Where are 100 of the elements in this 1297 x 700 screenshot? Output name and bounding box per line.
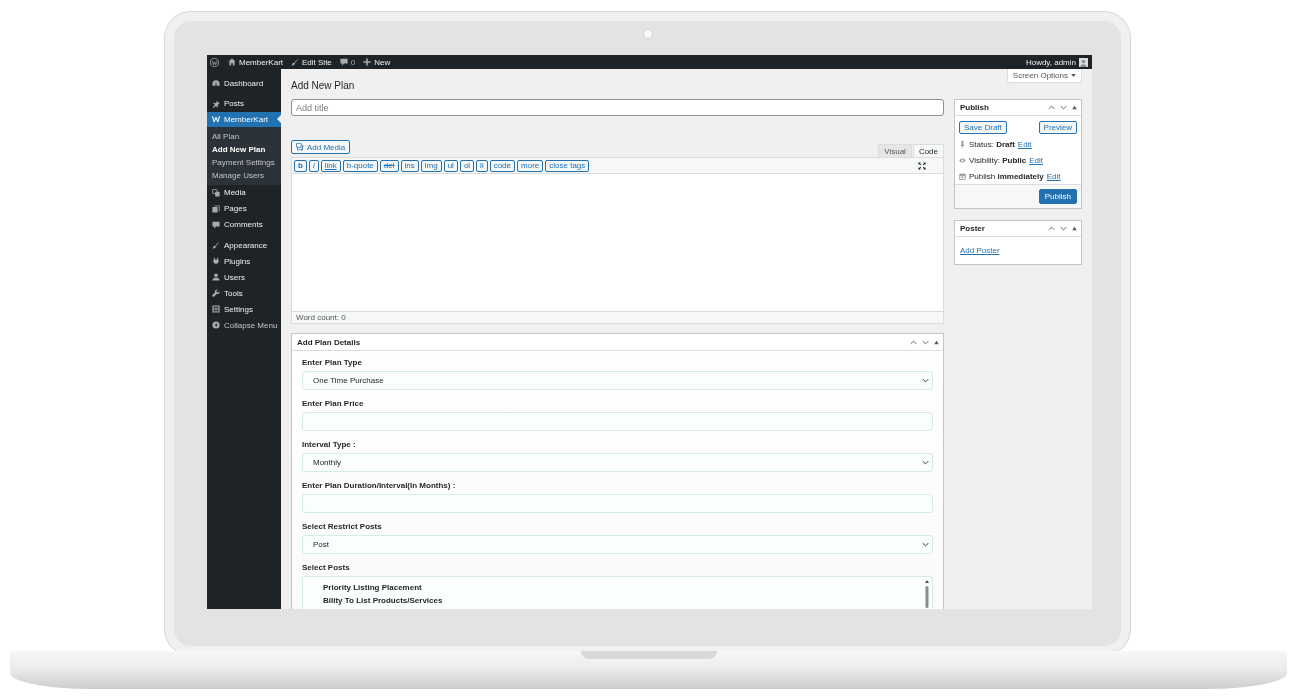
format-button[interactable]: li [476, 159, 488, 172]
pin-icon [959, 140, 966, 148]
chevron-up-icon[interactable] [910, 338, 917, 346]
select-field[interactable]: One Time Purchase [302, 371, 933, 390]
chevron-down-icon[interactable] [1060, 104, 1067, 111]
caret-down-icon [1071, 73, 1076, 78]
format-button[interactable]: del [379, 159, 399, 172]
settings-icon [212, 305, 220, 313]
webcam-icon [642, 29, 653, 39]
sidebar-item[interactable]: Dashboard [207, 75, 281, 91]
avatar-icon [1079, 57, 1088, 67]
user-icon [212, 273, 220, 281]
paintbrush-icon [212, 241, 220, 249]
gauge-icon [212, 79, 220, 87]
field-label: Select Posts [302, 563, 351, 573]
field-label: Select Restrict Posts [302, 522, 383, 532]
select-field[interactable]: Monthly [302, 453, 933, 472]
title-field[interactable]: Add title [291, 99, 944, 116]
edit-link[interactable]: Edit [1046, 171, 1061, 181]
triangle-up-icon[interactable] [1072, 105, 1077, 110]
publish-info: Visibility: Public [969, 155, 1027, 165]
preview-button[interactable]: Preview [1038, 121, 1077, 134]
publish-info: Publish immediately [969, 171, 1044, 181]
format-button[interactable]: code [489, 159, 516, 172]
edit-link[interactable]: Edit [1017, 139, 1032, 149]
speech-bubble-icon [339, 58, 348, 66]
chevron-down-icon [922, 459, 929, 466]
submenu-item[interactable]: Add New Plan [207, 143, 281, 156]
sidebar-item[interactable]: Settings [207, 301, 281, 317]
home-icon [228, 58, 236, 66]
add-poster-link[interactable]: Add Poster [960, 246, 1000, 255]
sidebar-item[interactable]: Appearance [207, 237, 281, 253]
calendar-icon [959, 172, 966, 180]
sidebar-item[interactable]: Posts [207, 95, 281, 112]
select-field[interactable]: Post [302, 535, 933, 554]
screen-options-button[interactable]: Screen Options [1006, 69, 1082, 83]
format-button[interactable]: link [320, 159, 341, 172]
photo-note-icon [296, 143, 304, 151]
triangle-up-icon[interactable] [934, 339, 939, 345]
editor-tab[interactable]: Code [912, 144, 944, 157]
format-button[interactable]: ins [400, 159, 419, 172]
sidebar-item[interactable]: Media [207, 184, 281, 201]
scrollbar[interactable] [925, 580, 929, 608]
add-media-button[interactable]: Add Media [291, 140, 351, 154]
sidebar-item[interactable]: Plugins [207, 253, 281, 269]
sidebar-item[interactable]: Comments [207, 216, 281, 233]
plus-icon [363, 58, 372, 66]
panel-title: Publish [960, 103, 989, 112]
edit-site-link[interactable]: Edit Site [291, 57, 332, 67]
triangle-up-icon[interactable] [1072, 226, 1077, 231]
select-option[interactable]: Bility To List Products/Services [323, 596, 443, 606]
chevron-up-icon[interactable] [1048, 104, 1055, 111]
sidebar-item[interactable]: MemberKart [207, 111, 281, 127]
chevron-down-icon[interactable] [922, 338, 929, 346]
chevron-down-icon [922, 377, 929, 384]
publish-info: Status: Draft [969, 139, 1015, 149]
editor-tab[interactable]: Visual [878, 144, 912, 157]
account-menu[interactable]: Howdy, admin [1025, 57, 1088, 67]
text-field[interactable] [302, 412, 933, 431]
format-button[interactable]: b-quote [342, 159, 378, 172]
wrench-icon [212, 289, 220, 297]
format-button[interactable]: ul [443, 159, 458, 172]
submenu-item[interactable]: Manage Users [207, 169, 281, 182]
select-option[interactable]: Priority Listing Placement [323, 583, 443, 593]
speech-bubble-icon [212, 220, 220, 229]
field-label: Enter Plan Type [302, 358, 363, 368]
text-field[interactable] [302, 494, 933, 513]
sidebar-item[interactable]: Tools [207, 285, 281, 301]
format-button[interactable]: more [517, 159, 544, 172]
submenu-item[interactable]: All Plan [207, 130, 281, 143]
eye-icon [959, 156, 966, 164]
edit-link[interactable]: Edit [1029, 155, 1043, 165]
field-label: Interval Type : [302, 440, 357, 450]
zigzag-logo-icon [212, 115, 220, 123]
format-button[interactable]: close tags [545, 159, 590, 172]
new-link[interactable]: New [363, 57, 391, 67]
comments-link[interactable]: 0 [339, 57, 356, 67]
chevron-up-icon[interactable] [1048, 225, 1055, 232]
site-name-link[interactable]: MemberKart [228, 57, 283, 67]
collapse-menu-button[interactable]: Collapse Menu [207, 317, 281, 333]
chevron-down-icon[interactable] [1060, 225, 1067, 232]
format-button[interactable]: img [420, 159, 442, 172]
format-button[interactable]: b [294, 159, 307, 172]
sidebar-item[interactable]: Users [207, 269, 281, 285]
field-label: Enter Plan Price [302, 399, 365, 409]
chevron-down-icon [922, 541, 929, 548]
paintbrush-icon [291, 58, 299, 66]
publish-button[interactable]: Publish [1038, 189, 1077, 204]
field-label: Enter Plan Duration/Interval(In Months) : [302, 481, 457, 491]
panel-title: Add Plan Details [297, 337, 361, 347]
format-button[interactable]: i [308, 159, 319, 172]
plug-icon [212, 257, 220, 265]
fullscreen-icon[interactable] [918, 161, 926, 170]
submenu-item[interactable]: Payment Settings [207, 156, 281, 169]
multi-select-field[interactable]: Priority Listing Placement Bility To List Products/Services [302, 576, 933, 609]
sidebar-item[interactable]: Pages [207, 200, 281, 217]
page-title: Add New Plan [291, 80, 356, 92]
circle-logo-icon[interactable] [210, 57, 219, 67]
format-button[interactable]: ol [459, 159, 475, 172]
save-draft-button[interactable]: Save Draft [959, 121, 1007, 134]
